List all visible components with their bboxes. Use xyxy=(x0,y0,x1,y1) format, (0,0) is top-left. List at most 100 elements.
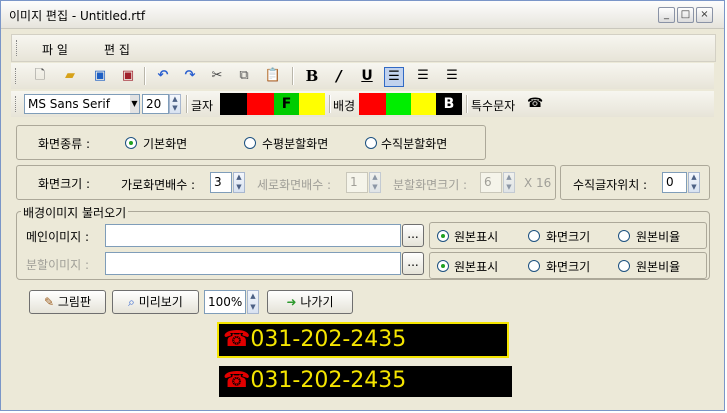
font-dropdown-arrow[interactable]: ▼ xyxy=(130,95,139,113)
vertical-multiplier-field[interactable]: 1 xyxy=(346,172,368,193)
horizontal-multiplier-spinner[interactable]: ▲ ▼ xyxy=(233,172,245,193)
bg-color-yellow[interactable] xyxy=(411,93,436,115)
main-original-label[interactable]: 원본표시 xyxy=(454,228,498,245)
new-document-icon[interactable]: 🗋 xyxy=(31,67,49,85)
save-as-icon[interactable]: ▣ xyxy=(119,67,137,85)
split-original-label[interactable]: 원본표시 xyxy=(454,258,498,275)
menu-edit[interactable]: 편 집 xyxy=(104,41,130,58)
copy-icon[interactable]: ⧉ xyxy=(235,67,253,85)
split-radio-original-ratio[interactable] xyxy=(618,260,630,272)
special-char-label: 특수문자 xyxy=(471,99,516,113)
bg-color-label: 배경 xyxy=(333,99,356,113)
split-original-ratio-label[interactable]: 원본비율 xyxy=(636,258,680,275)
main-image-browse-button[interactable]: ... xyxy=(402,224,424,247)
vertical-down[interactable]: ▼ xyxy=(370,183,380,193)
menu-file[interactable]: 파 일 xyxy=(42,41,68,58)
save-icon[interactable]: ▣ xyxy=(91,67,109,85)
italic-icon[interactable]: / xyxy=(330,67,348,85)
led-telephone-icon-2: ☎ xyxy=(223,368,251,393)
align-left-icon[interactable]: ☰ xyxy=(384,67,404,87)
redo-icon[interactable]: ↷ xyxy=(181,67,199,85)
led-telephone-icon: ☎ xyxy=(223,327,251,352)
font-size-down[interactable]: ▼ xyxy=(170,104,180,113)
radio-vertical-split[interactable] xyxy=(365,137,377,149)
preview-button[interactable]: ⌕ 미리보기 xyxy=(112,290,199,314)
vertical-text-position-spinner[interactable]: ▲ ▼ xyxy=(688,172,700,193)
split-display-options: 원본표시 화면크기 원본비율 xyxy=(429,252,707,279)
toolbar-separator xyxy=(329,95,331,113)
vertical-text-down[interactable]: ▼ xyxy=(689,183,699,193)
maximize-button[interactable]: □ xyxy=(677,7,694,23)
text-color-black[interactable] xyxy=(220,93,247,115)
main-screen-size-label[interactable]: 화면크기 xyxy=(546,228,590,245)
radio-basic-screen[interactable] xyxy=(125,137,137,149)
toolbar-separator xyxy=(144,67,146,85)
main-radio-original[interactable] xyxy=(437,230,449,242)
screen-size-panel: 화면크기 : 가로화면배수 : 3 ▲ ▼ 세로화면배수 : 1 ▲ ▼ 분할화면크… xyxy=(16,165,556,200)
split-radio-screen-size[interactable] xyxy=(528,260,540,272)
screen-type-panel: 화면종류 : 기본화면 수평분할화면 수직분할화면 xyxy=(16,125,486,160)
font-size-spinner[interactable]: ▲ ▼ xyxy=(169,94,181,114)
zoom-field[interactable]: 100% xyxy=(204,290,246,314)
standard-toolbar: 🗋 ▰ ▣ ▣ ↶ ↷ ✂ ⧉ 📋 B / U ☰ ☰ ☰ xyxy=(11,63,714,89)
align-right-icon[interactable]: ☰ xyxy=(443,67,461,85)
led-preview: ☎031-202-2435 xyxy=(219,366,512,397)
vertical-text-position-field[interactable]: 0 xyxy=(662,172,687,193)
paint-button[interactable]: ✎ 그림판 xyxy=(29,290,106,314)
zoom-spinner[interactable]: ▲ ▼ xyxy=(247,290,259,314)
telephone-icon[interactable]: ☎ xyxy=(527,96,543,111)
toolbar-grip[interactable] xyxy=(15,68,18,84)
horizontal-multiplier-field[interactable]: 3 xyxy=(210,172,232,193)
split-screen-size-label[interactable]: 화면크기 xyxy=(546,258,590,275)
split-size-down[interactable]: ▼ xyxy=(504,183,514,193)
vertical-multiplier-spinner[interactable]: ▲ ▼ xyxy=(369,172,381,193)
split-image-path[interactable] xyxy=(105,252,401,275)
vertical-up[interactable]: ▲ xyxy=(370,173,380,183)
split-size-field[interactable]: 6 xyxy=(480,172,502,193)
bg-color-red[interactable] xyxy=(359,93,386,115)
toolbar2-grip[interactable] xyxy=(15,96,18,112)
text-color-red[interactable] xyxy=(247,93,274,115)
split-size-label: 분할화면크기 : xyxy=(393,178,468,192)
open-folder-icon[interactable]: ▰ xyxy=(61,67,79,85)
zoom-up[interactable]: ▲ xyxy=(248,291,258,302)
split-image-browse-button[interactable]: ... xyxy=(402,252,424,275)
radio-horizontal-split[interactable] xyxy=(244,137,256,149)
paint-brush-icon: ✎ xyxy=(43,295,55,309)
close-button[interactable]: × xyxy=(696,7,713,23)
font-size-up[interactable]: ▲ xyxy=(170,95,180,104)
menubar-grip[interactable] xyxy=(16,40,19,56)
basic-screen-label[interactable]: 기본화면 xyxy=(143,135,187,152)
vertical-split-label[interactable]: 수직분할화면 xyxy=(381,135,447,152)
text-color-green[interactable]: F xyxy=(274,93,299,115)
font-size-field[interactable]: 20 xyxy=(142,94,169,114)
split-radio-original[interactable] xyxy=(437,260,449,272)
minimize-button[interactable]: _ xyxy=(658,7,675,23)
main-original-ratio-label[interactable]: 원본비율 xyxy=(636,228,680,245)
main-radio-screen-size[interactable] xyxy=(528,230,540,242)
underline-icon[interactable]: U xyxy=(358,67,376,85)
horizontal-down[interactable]: ▼ xyxy=(234,183,244,193)
bold-icon[interactable]: B xyxy=(303,67,321,85)
bg-color-black[interactable]: B xyxy=(436,93,462,115)
exit-button[interactable]: ➜ 나가기 xyxy=(267,290,353,314)
preview-magnifier-icon: ⌕ xyxy=(128,295,135,309)
horizontal-up[interactable]: ▲ xyxy=(234,173,244,183)
vertical-text-up[interactable]: ▲ xyxy=(689,173,699,183)
zoom-down[interactable]: ▼ xyxy=(248,302,258,313)
align-center-icon[interactable]: ☰ xyxy=(414,67,432,85)
main-radio-original-ratio[interactable] xyxy=(618,230,630,242)
vertical-text-position-label: 수직글자위치 : xyxy=(573,178,648,192)
title-bar: 이미지 편집 - Untitled.rtf _ □ × xyxy=(1,1,724,29)
main-image-path[interactable] xyxy=(105,224,401,247)
split-size-spinner[interactable]: ▲ ▼ xyxy=(503,172,515,193)
undo-icon[interactable]: ↶ xyxy=(154,67,172,85)
split-size-up[interactable]: ▲ xyxy=(504,173,514,183)
font-select[interactable]: MS Sans Serif xyxy=(24,94,140,114)
led-preview-selected: ☎031-202-2435 xyxy=(217,322,509,358)
bg-color-green[interactable] xyxy=(386,93,411,115)
horizontal-split-label[interactable]: 수평분할화면 xyxy=(262,135,328,152)
text-color-yellow[interactable] xyxy=(299,93,325,115)
paste-icon[interactable]: 📋 xyxy=(264,67,282,85)
cut-icon[interactable]: ✂ xyxy=(208,67,226,85)
